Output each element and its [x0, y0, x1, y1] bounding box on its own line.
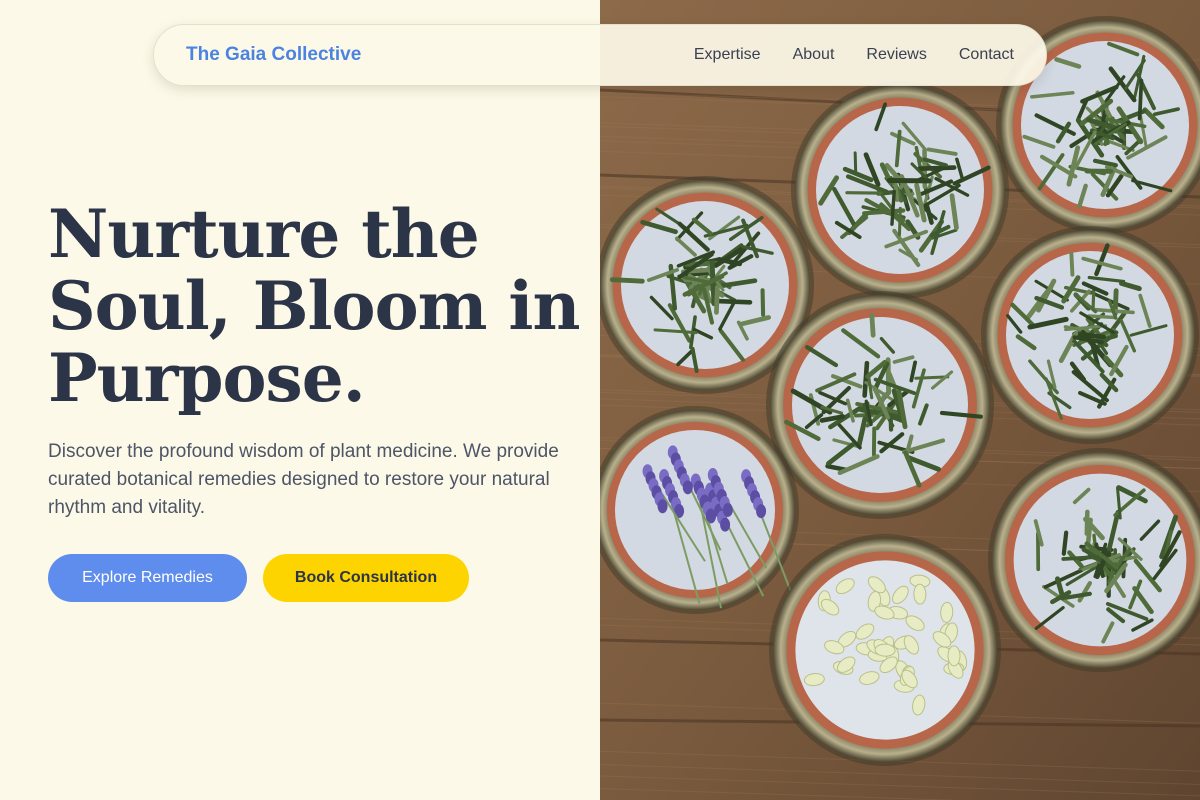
nav-link-reviews[interactable]: Reviews [866, 46, 926, 64]
hero-title-line: Purpose. [48, 339, 366, 417]
nav-link-contact[interactable]: Contact [959, 46, 1014, 64]
book-consultation-button[interactable]: Book Consultation [263, 554, 469, 602]
herb-tin [981, 226, 1199, 444]
hero-description: Discover the profound wisdom of plant me… [48, 441, 559, 518]
hero-image [600, 0, 1200, 800]
hero-section: Nurture the Soul, Bloom in Purpose. Disc… [0, 0, 600, 800]
nav-link-about[interactable]: About [793, 46, 835, 64]
herb-tin [791, 81, 1009, 299]
explore-remedies-button[interactable]: Explore Remedies [48, 554, 247, 602]
nav-links: Expertise About Reviews Contact [662, 46, 1014, 64]
brand-logo[interactable]: The Gaia Collective [186, 44, 361, 66]
herb-tin [600, 406, 799, 614]
hero-title: Nurture the Soul, Bloom in Purpose. [48, 198, 588, 414]
nav-link-expertise[interactable]: Expertise [694, 46, 761, 64]
hero-title-line: Soul, Bloom in [48, 267, 580, 345]
herb-tin [766, 291, 994, 519]
hero-title-line: Nurture the [48, 195, 480, 273]
top-navbar: The Gaia Collective Expertise About Revi… [153, 24, 1047, 86]
herbs-in-tins-photo [600, 0, 1200, 800]
herb-tin [769, 534, 1001, 766]
